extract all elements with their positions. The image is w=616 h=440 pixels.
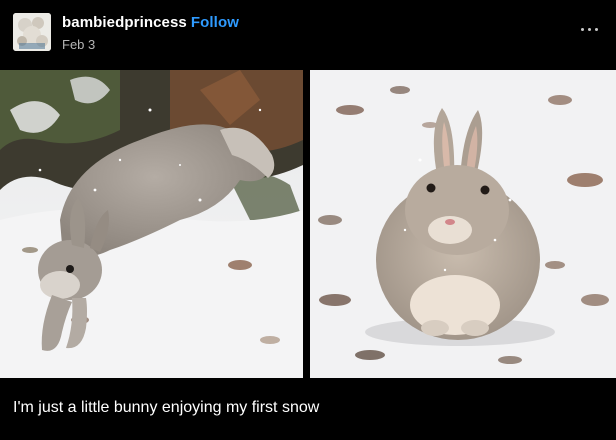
post-header: bambiedprincess Follow Feb 3 xyxy=(0,0,616,70)
bunny-jumping-photo[interactable] xyxy=(0,70,303,378)
follow-button[interactable]: Follow xyxy=(191,14,239,31)
tumblr-post: bambiedprincess Follow Feb 3 I'm just a … xyxy=(0,0,616,440)
bunny-sitting-photo[interactable] xyxy=(310,70,616,378)
username-link[interactable]: bambiedprincess xyxy=(62,14,187,31)
post-date: Feb 3 xyxy=(62,37,96,52)
post-caption: I'm just a little bunny enjoying my firs… xyxy=(13,399,320,416)
post-author-line: bambiedprincess Follow xyxy=(62,14,239,31)
avatar-image xyxy=(13,13,51,51)
more-horizontal-icon[interactable] xyxy=(578,20,602,40)
avatar[interactable] xyxy=(13,13,51,51)
